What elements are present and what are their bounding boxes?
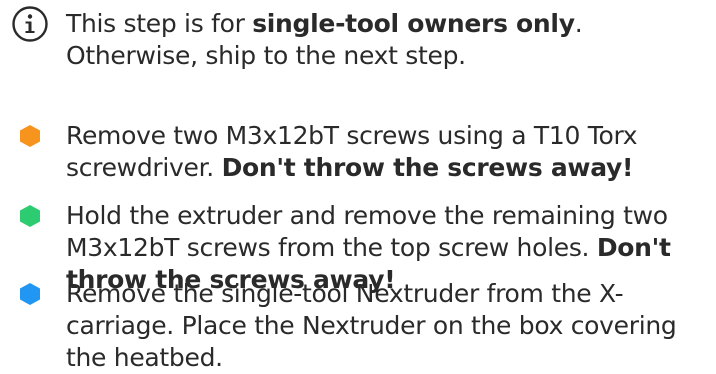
bullet-item-info: This step is for single-tool owners only…: [0, 6, 716, 102]
hexagon-orange-icon: [0, 118, 60, 154]
info-icon: [0, 6, 60, 42]
bullet-item-step-3: Remove the single-tool Nextruder from th…: [0, 276, 716, 372]
step-instructions: This step is for single-tool owners only…: [0, 0, 716, 372]
bullet-text: This step is for single-tool owners only…: [66, 9, 583, 70]
bullet-text: Remove two M3x12bT screws using a T10 To…: [66, 121, 638, 182]
hexagon-blue-icon: [0, 276, 60, 312]
bullet-text: Remove the single-tool Nextruder from th…: [66, 279, 677, 372]
hexagon-green-icon: [0, 198, 60, 234]
bullet-item-step-1: Remove two M3x12bT screws using a T10 To…: [0, 118, 716, 188]
